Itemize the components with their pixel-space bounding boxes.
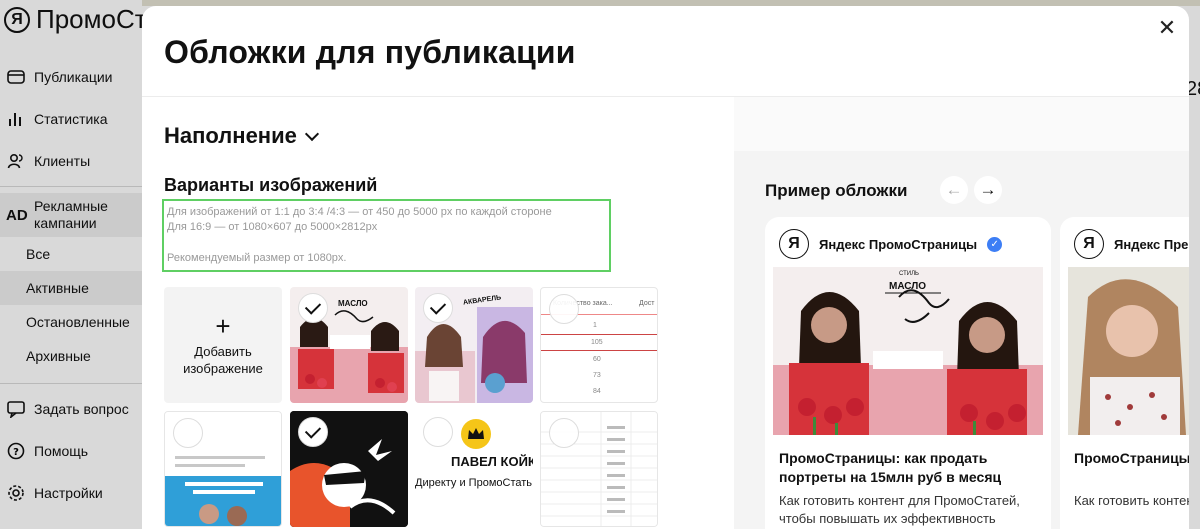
variants-title: Варианты изображений bbox=[164, 175, 378, 195]
select-checkbox[interactable] bbox=[173, 418, 203, 448]
table-cell: 1 bbox=[593, 322, 597, 329]
select-checkbox[interactable] bbox=[423, 417, 453, 447]
yandex-logo-icon: Я bbox=[779, 229, 809, 259]
select-checkbox[interactable] bbox=[423, 293, 453, 323]
card-description: Как готовить контент для bbox=[1074, 493, 1189, 508]
tile-name: ПАВЕЛ КОЙКО bbox=[451, 454, 533, 469]
image-caption: МАСЛО bbox=[889, 281, 927, 292]
card-image bbox=[1068, 267, 1189, 435]
image-tile[interactable] bbox=[290, 411, 408, 527]
hint-line: Для изображений от 1:1 до 3:4 /4:3 — от … bbox=[167, 206, 552, 218]
card-description: Как готовить контент для ПромоСтатей, чт… bbox=[779, 493, 1020, 526]
image-tile[interactable]: МАСЛО bbox=[290, 287, 408, 403]
hint-line: Для 16:9 — от 1080×607 до 5000×2812px bbox=[167, 221, 378, 233]
select-checkbox[interactable] bbox=[298, 417, 328, 447]
example-title: Пример обложки bbox=[765, 181, 908, 200]
image-tile[interactable]: АКВАРЕЛЬ bbox=[415, 287, 533, 403]
verified-icon: ✓ bbox=[987, 236, 1003, 252]
image-tile[interactable]: ПАВЕЛ КОЙКО Директу и ПромоСтать bbox=[415, 411, 533, 527]
table-cell: 60 bbox=[593, 356, 601, 363]
section-title: Наполнение bbox=[164, 123, 297, 148]
preview-pane: Пример обложки ← → Я Яндекс ПромоСтраниц… bbox=[734, 97, 1189, 529]
plus-icon: + bbox=[215, 311, 231, 341]
add-image-button[interactable]: + Добавить изображение bbox=[164, 287, 282, 403]
table-cell: 105 bbox=[591, 339, 603, 346]
table-cell: 84 bbox=[593, 388, 601, 395]
section-toggle[interactable]: Наполнение bbox=[164, 123, 319, 149]
size-hint: Для изображений от 1:1 до 3:4 /4:3 — от … bbox=[162, 199, 611, 272]
image-tile[interactable]: Количество зака... Дост 1 105 60 73 84 bbox=[540, 287, 658, 403]
chevron-down-icon bbox=[304, 126, 319, 142]
card-header: Я Яндекс Пре bbox=[1074, 229, 1188, 259]
crown-icon bbox=[461, 419, 491, 449]
prev-arrow-button[interactable]: ← bbox=[940, 176, 968, 204]
card-image: СТИЛЬ МАСЛО bbox=[773, 267, 1043, 435]
content-pane: Наполнение Варианты изображений Для изоб… bbox=[142, 97, 734, 529]
hint-line: Рекомендуемый размер от 1080px. bbox=[167, 252, 347, 264]
preview-top-strip bbox=[734, 97, 1189, 151]
image-caption-small: СТИЛЬ bbox=[899, 271, 919, 277]
table-cell: 73 bbox=[593, 372, 601, 379]
card-title: ПромоСтраницы: как прода bbox=[1074, 450, 1189, 466]
image-tile[interactable] bbox=[540, 411, 658, 527]
card-title: ПромоСтраницы: как продать портреты на 1… bbox=[779, 450, 1002, 485]
card-brand: Яндекс Пре bbox=[1114, 236, 1189, 252]
card-brand: Яндекс ПромоСтраницы bbox=[819, 236, 978, 252]
card-header: Я Яндекс ПромоСтраницы ✓ bbox=[779, 229, 1003, 259]
yandex-logo-icon: Я bbox=[1074, 229, 1104, 259]
close-button[interactable]: ✕ bbox=[1155, 15, 1179, 40]
select-checkbox[interactable] bbox=[298, 293, 328, 323]
next-arrow-button[interactable]: → bbox=[974, 176, 1002, 204]
preview-card[interactable]: Я Яндекс Пре ПромоСтраницы: как прода Ка… bbox=[1060, 217, 1189, 529]
tile-caption: МАСЛО bbox=[338, 299, 368, 308]
cover-modal: Обложки для публикации ✕ Наполнение Вари… bbox=[142, 6, 1189, 529]
table-header: Дост bbox=[639, 300, 655, 307]
select-checkbox[interactable] bbox=[549, 294, 579, 324]
tile-subtitle: Директу и ПромоСтать bbox=[415, 477, 533, 489]
add-image-label: Добавить изображение bbox=[183, 344, 263, 376]
preview-card[interactable]: Я Яндекс ПромоСтраницы ✓ СТИЛЬ МАСЛО Про… bbox=[765, 217, 1051, 529]
image-tile[interactable] bbox=[164, 411, 282, 527]
select-checkbox[interactable] bbox=[549, 418, 579, 448]
modal-title: Обложки для публикации bbox=[164, 34, 576, 70]
